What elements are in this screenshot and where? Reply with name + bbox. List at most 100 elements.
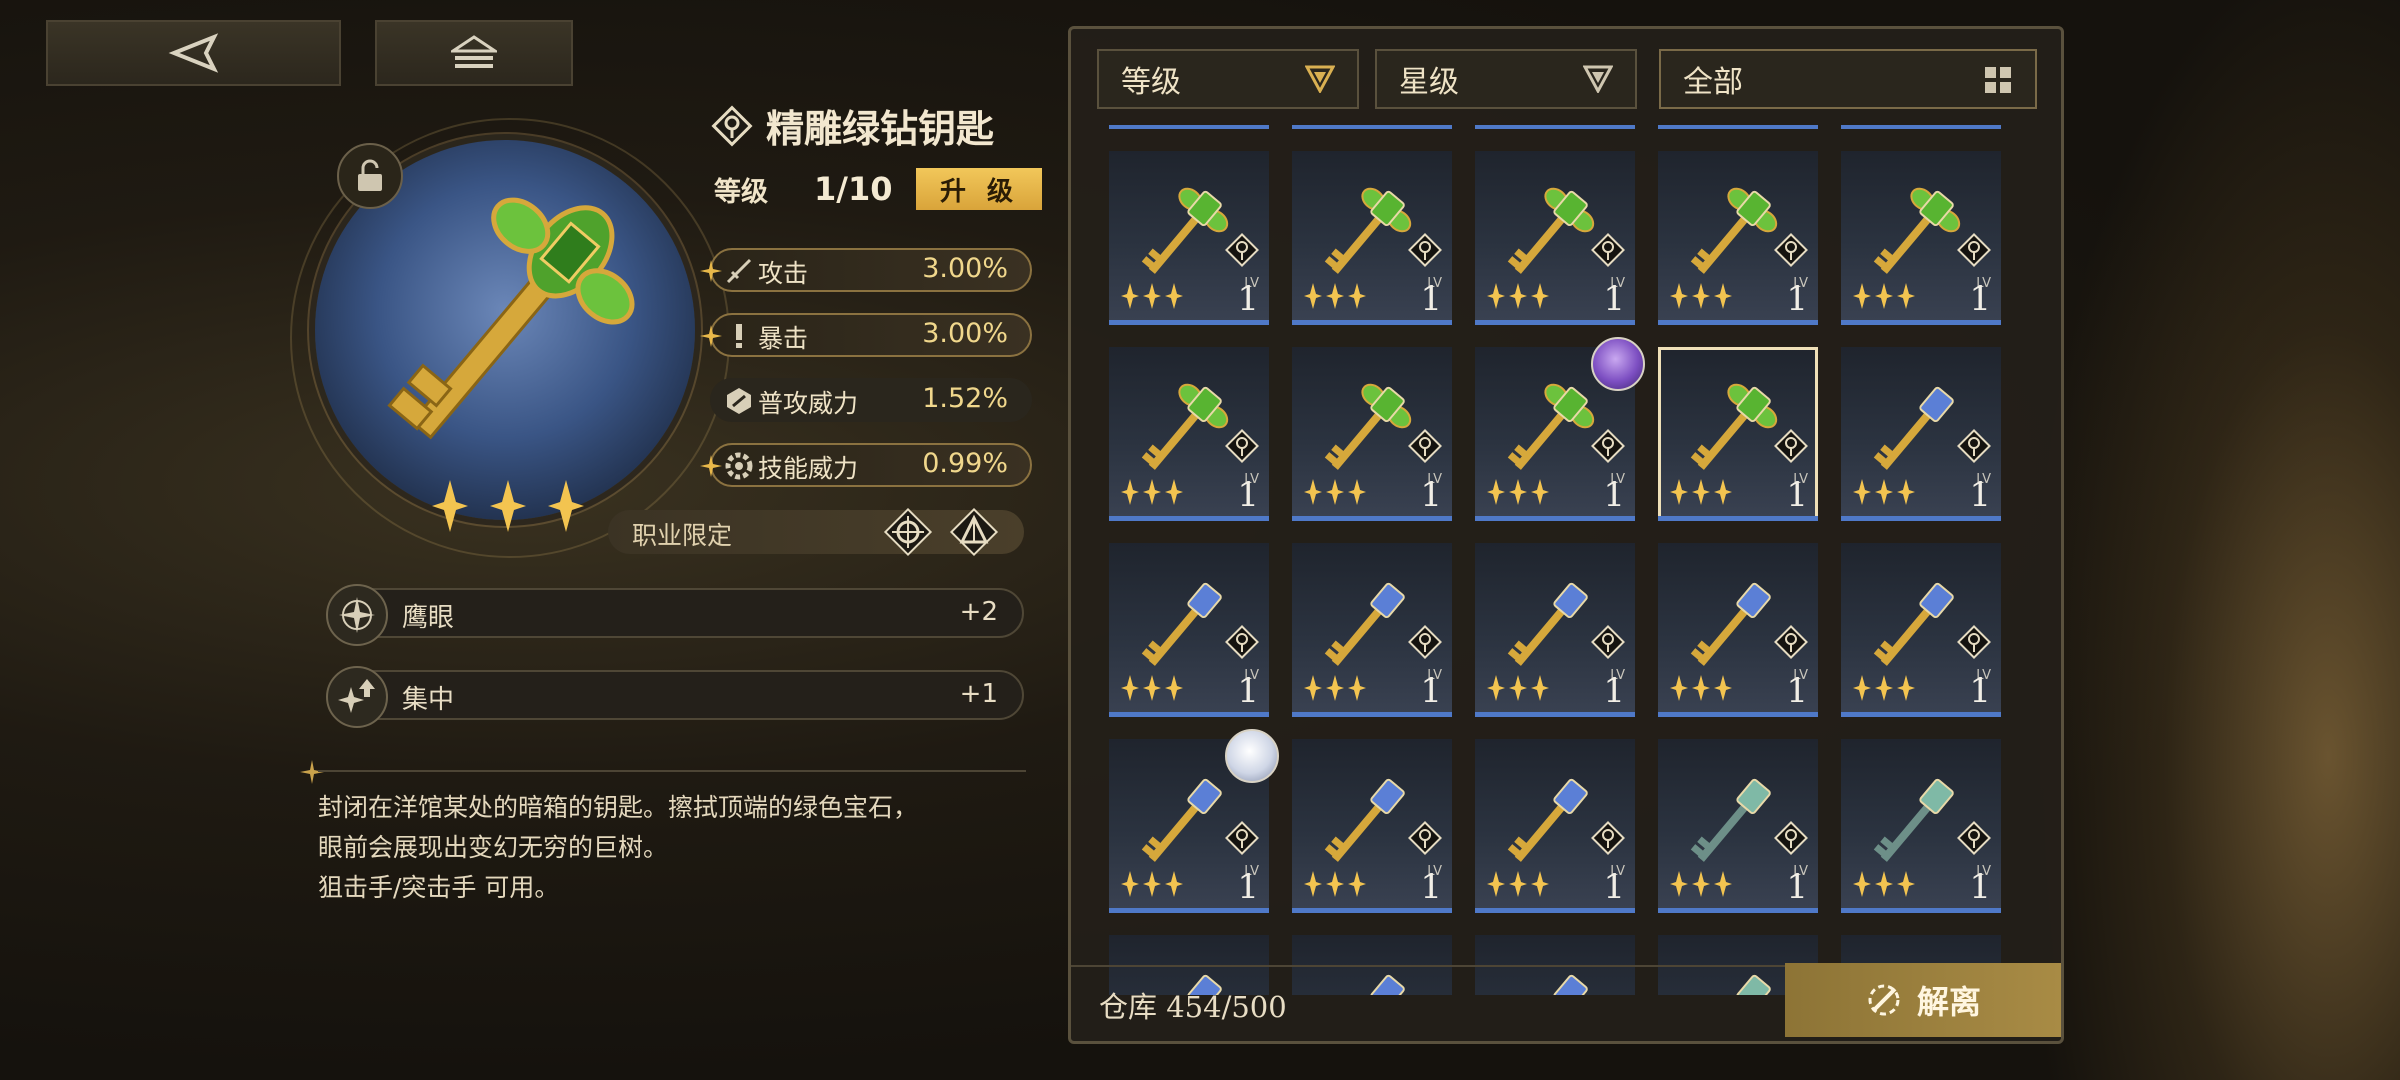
inventory-item[interactable]: LV1 (1109, 125, 1269, 129)
item-level: 1 (1603, 279, 1625, 319)
item-star-rating (1670, 675, 1732, 701)
lock-toggle[interactable] (337, 143, 403, 209)
inventory-item-selected[interactable]: LV 1 (1658, 347, 1818, 521)
home-icon (451, 35, 497, 68)
key-type-icon (1957, 429, 1991, 463)
inventory-item[interactable]: LV1 (1292, 125, 1452, 129)
item-star-rating (1853, 675, 1915, 701)
item-star-rating (1304, 675, 1366, 701)
storage-capacity: 仓库 454/500 (1099, 990, 1287, 1024)
inventory-item[interactable]: LV1 (1658, 543, 1818, 717)
sniper-class-icon[interactable] (880, 504, 936, 560)
stat-row-crit: 暴击 3.00% (700, 313, 1032, 357)
focus-icon (326, 666, 388, 728)
item-star-rating (1853, 871, 1915, 897)
normal-attack-icon (727, 388, 751, 414)
key-type-icon (1408, 625, 1442, 659)
description-line: 狙击手/突击手 可用。 (318, 873, 560, 902)
item-star-rating (1121, 675, 1183, 701)
inventory-item[interactable]: LV1 (1292, 543, 1452, 717)
chevron-down-icon (1305, 65, 1335, 93)
stat-name: 攻击 (758, 259, 809, 288)
inventory-item[interactable]: LV1 (1292, 151, 1452, 325)
item-star-rating (1304, 871, 1366, 897)
dismantle-icon (1868, 984, 1900, 1016)
upgrade-button[interactable]: 升 级 (916, 168, 1043, 210)
key-type-icon (1408, 821, 1442, 855)
background-glow (2040, 0, 2400, 1080)
stat-row-skill: 技能威力 0.99% (700, 443, 1032, 487)
inventory-item[interactable]: LV1 (1109, 543, 1269, 717)
job-limit-label: 职业限定 (632, 521, 733, 550)
item-level: 1 (1603, 475, 1625, 515)
inventory-item[interactable]: LV1 (1841, 125, 2001, 129)
key-type-icon (1408, 233, 1442, 267)
inventory-item[interactable]: LV1 (1658, 739, 1818, 913)
inventory-item[interactable]: LV1 (1109, 347, 1269, 521)
item-level: 1 (1603, 867, 1625, 907)
key-type-icon (1225, 233, 1259, 267)
inventory-item[interactable]: LV1 (1109, 729, 1279, 913)
inventory-scroll-area[interactable]: LV 1 LV 1 LV 1 LV 1 LV 1 LV 1 LV 1 LV 1 LV 1 LV 1 LV 1 LV 1 LV 1 L… (1109, 125, 2009, 995)
item-level: 1 (1420, 867, 1442, 907)
inventory-item[interactable]: LV1 (1292, 347, 1452, 521)
inventory-item[interactable]: LV1 (1475, 543, 1635, 717)
key-type-icon (1591, 821, 1625, 855)
item-level: 1 (1969, 475, 1991, 515)
stat-name: 暴击 (758, 324, 809, 353)
inventory-item[interactable]: LV1 (1109, 151, 1269, 325)
gear-icon (725, 452, 753, 480)
item-star-rating (1304, 479, 1366, 505)
sparkle-icon (700, 455, 722, 477)
inventory-item[interactable]: LV1 (1292, 739, 1452, 913)
item-level: 1 (1603, 671, 1625, 711)
star-filter-dropdown[interactable]: 星级 (1375, 49, 1637, 109)
item-level: 1 (1969, 279, 1991, 319)
star-icon (432, 480, 468, 532)
item-description: 封闭在洋馆某处的暗箱的钥匙。擦拭顶端的绿色宝石， 眼前会展现出变幻无穷的巨树。 … (318, 788, 918, 908)
assault-class-icon[interactable] (946, 504, 1002, 560)
inventory-item[interactable]: LV1 (1475, 739, 1635, 913)
inventory-item[interactable]: LV1 (1658, 125, 1818, 129)
item-star-rating (1670, 283, 1732, 309)
filter-label: 全部 (1683, 65, 1743, 100)
inventory-item[interactable]: LV1 (1841, 347, 2001, 521)
home-button[interactable] (375, 20, 573, 86)
inventory-item[interactable]: LV1 (1841, 543, 2001, 717)
item-level: 1 (1420, 279, 1442, 319)
inventory-item[interactable]: LV1 (1475, 337, 1645, 521)
back-button[interactable] (46, 20, 341, 86)
item-level: 1 (1969, 671, 1991, 711)
key-type-icon (1774, 233, 1808, 267)
category-filter-dropdown[interactable]: 全部 (1659, 49, 2037, 109)
stat-name: 技能威力 (758, 454, 859, 483)
key-type-icon (1957, 233, 1991, 267)
item-level: 1 (1237, 867, 1259, 907)
item-level: 1 (1969, 867, 1991, 907)
dismantle-button[interactable]: 解离 (1785, 963, 2061, 1037)
item-star-rating (1121, 283, 1183, 309)
item-star-rating (1853, 479, 1915, 505)
item-level: 1 (1237, 475, 1259, 515)
inventory-item[interactable]: LV1 (1658, 151, 1818, 325)
skill-value: +2 (959, 597, 998, 627)
item-level: 1 (1420, 475, 1442, 515)
skill-value: +1 (959, 679, 998, 709)
skill-row-hawkeye: 鹰眼 +2 (326, 584, 1024, 646)
skill-name: 鹰眼 (402, 603, 455, 633)
key-type-icon (1774, 429, 1808, 463)
job-limit-row: 职业限定 (608, 507, 1024, 557)
item-star-rating (1670, 479, 1732, 505)
key-type-icon (1408, 429, 1442, 463)
inventory-item[interactable]: LV1 (1841, 151, 2001, 325)
key-type-icon (1225, 821, 1259, 855)
inventory-panel: 等级 星级 全部 LV 1 LV 1 LV 1 LV 1 LV 1 LV 1 LV 1 LV 1 LV 1 LV 1 L… (1068, 26, 2064, 1044)
inventory-item[interactable]: LV1 (1841, 739, 2001, 913)
key-type-icon (1225, 625, 1259, 659)
inventory-item[interactable]: LV1 (1475, 151, 1635, 325)
level-filter-dropdown[interactable]: 等级 (1097, 49, 1359, 109)
item-star-rating (1121, 871, 1183, 897)
inventory-footer: 仓库 454/500 解离 (1071, 963, 2061, 1041)
inventory-item[interactable]: LV1 (1475, 125, 1635, 129)
hawkeye-icon (326, 584, 388, 646)
